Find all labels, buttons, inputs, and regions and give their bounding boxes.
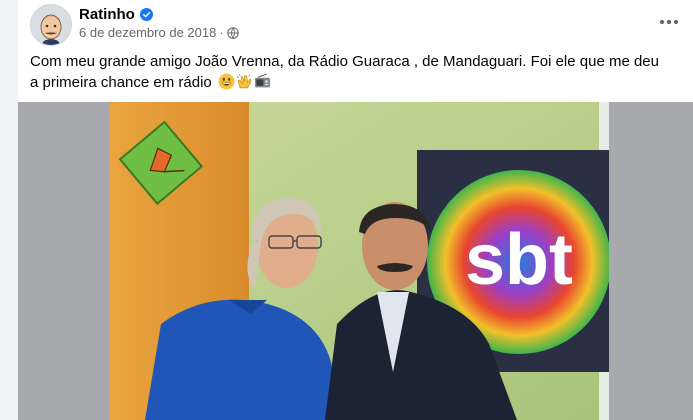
- post-photo[interactable]: sbt: [109, 102, 609, 420]
- post-meta: 6 de dezembro de 2018 ·: [79, 25, 239, 40]
- post-media[interactable]: sbt: [18, 102, 693, 420]
- emoji-group: [218, 73, 271, 90]
- radio-emoji: [255, 73, 270, 88]
- author-row: Ratinho: [79, 5, 153, 23]
- grinning-face-emoji: [218, 73, 235, 90]
- post-message: Com meu grande amigo João Vrenna, da Rád…: [30, 53, 659, 91]
- author-name[interactable]: Ratinho: [79, 6, 135, 23]
- more-options-button[interactable]: [655, 8, 683, 36]
- post-text: Com meu grande amigo João Vrenna, da Rád…: [30, 51, 670, 93]
- avatar-caricature-icon: [31, 5, 71, 45]
- post-header: Ratinho 6 de dezembro de 2018 ·: [18, 0, 693, 50]
- post-date[interactable]: 6 de dezembro de 2018: [79, 25, 216, 40]
- clapping-hands-emoji: [236, 73, 252, 89]
- more-options-icon: [659, 19, 679, 25]
- meta-separator: ·: [219, 25, 224, 40]
- photo-image: sbt: [109, 102, 609, 420]
- globe-icon[interactable]: [226, 26, 239, 39]
- sbt-logo: sbt: [465, 220, 573, 300]
- post-card: Ratinho 6 de dezembro de 2018 · Com meu …: [18, 0, 693, 420]
- verified-badge-icon: [139, 7, 153, 21]
- author-avatar[interactable]: [30, 4, 72, 46]
